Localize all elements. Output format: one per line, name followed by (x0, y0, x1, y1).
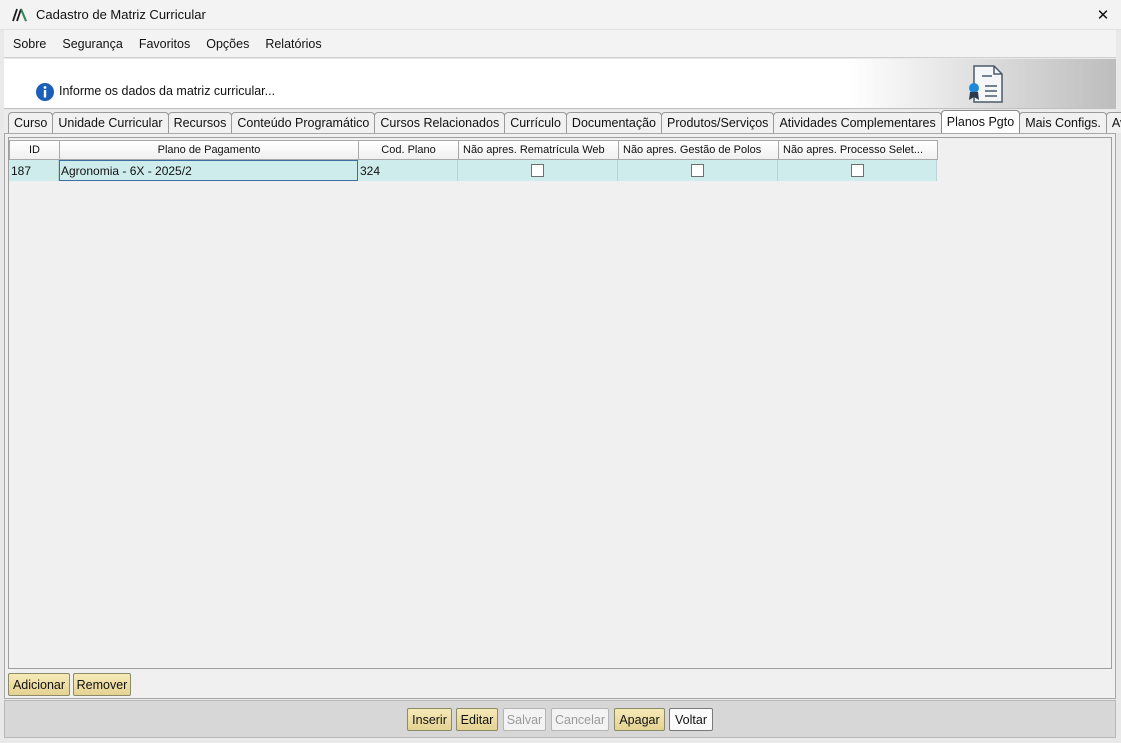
insert-button[interactable]: Inserir (407, 708, 452, 731)
col-header-processo-seletivo[interactable]: Não apres. Processo Selet... (778, 140, 938, 160)
info-message: Informe os dados da matriz curricular... (59, 84, 276, 98)
cell-cod-plano[interactable]: 324 (358, 160, 458, 181)
tab-content-planos-pgto: ID Plano de Pagamento Cod. Plano Não apr… (4, 133, 1116, 699)
tab-recursos[interactable]: Recursos (167, 112, 233, 133)
tab-avalia[interactable]: AvaliA (1105, 112, 1121, 133)
add-button[interactable]: Adicionar (8, 673, 70, 696)
window-title: Cadastro de Matriz Curricular (36, 7, 206, 22)
menu-seguranca[interactable]: Segurança (62, 37, 122, 51)
menu-relatorios[interactable]: Relatórios (265, 37, 321, 51)
col-header-id[interactable]: ID (9, 140, 60, 160)
tab-unidade-curricular[interactable]: Unidade Curricular (52, 112, 169, 133)
tab-curso[interactable]: Curso (8, 112, 54, 133)
col-header-plano-pagamento[interactable]: Plano de Pagamento (59, 140, 359, 160)
edit-button[interactable]: Editar (456, 708, 498, 731)
rematricula-web-checkbox[interactable] (531, 164, 544, 177)
close-window-button[interactable]: ✕ (1085, 0, 1121, 30)
table-row[interactable]: 187 Agronomia - 6X - 2025/2 324 (9, 160, 937, 181)
menu-bar: Sobre Segurança Favoritos Opções Relatór… (4, 30, 1116, 58)
menu-sobre[interactable]: Sobre (13, 37, 46, 51)
menu-favoritos[interactable]: Favoritos (139, 37, 190, 51)
payment-plans-grid[interactable]: ID Plano de Pagamento Cod. Plano Não apr… (8, 137, 1112, 669)
tab-documentacao[interactable]: Documentação (565, 112, 662, 133)
tab-strip: Curso Unidade Curricular Recursos Conteú… (4, 110, 1121, 133)
tab-atividades-complementares[interactable]: Atividades Complementares (773, 112, 942, 133)
menu-opcoes[interactable]: Opções (206, 37, 249, 51)
info-icon (35, 82, 55, 102)
tab-planos-pgto[interactable]: Planos Pgto (940, 110, 1021, 133)
cell-plano-pagamento[interactable]: Agronomia - 6X - 2025/2 (59, 160, 358, 181)
tab-mais-configs[interactable]: Mais Configs. (1019, 112, 1107, 133)
title-bar: Cadastro de Matriz Curricular ✕ (0, 0, 1121, 30)
cancel-button[interactable]: Cancelar (551, 708, 609, 731)
cell-processo-seletivo (778, 160, 937, 181)
tab-conteudo-programatico[interactable]: Conteúdo Programático (231, 112, 376, 133)
tab-produtos-servicos[interactable]: Produtos/Serviços (661, 112, 775, 133)
close-icon: ✕ (1096, 7, 1110, 24)
col-header-rematricula-web[interactable]: Não apres. Rematrícula Web (458, 140, 619, 160)
col-header-gestao-polos[interactable]: Não apres. Gestão de Polos (618, 140, 779, 160)
grid-header: ID Plano de Pagamento Cod. Plano Não apr… (9, 140, 938, 160)
tab-curriculo[interactable]: Currículo (504, 112, 567, 133)
back-button[interactable]: Voltar (669, 708, 713, 731)
info-panel: Informe os dados da matriz curricular... (4, 59, 1116, 109)
tab-cursos-relacionados[interactable]: Cursos Relacionados (374, 112, 506, 133)
cell-gestao-polos (618, 160, 778, 181)
footer-action-bar: Inserir Editar Salvar Cancelar Apagar Vo… (4, 700, 1116, 738)
remove-button[interactable]: Remover (73, 673, 131, 696)
delete-button[interactable]: Apagar (614, 708, 665, 731)
app-logo-icon (12, 7, 28, 23)
certificate-icon (966, 64, 1006, 106)
processo-seletivo-checkbox[interactable] (850, 164, 864, 177)
cell-rematricula-web (458, 160, 618, 181)
col-header-cod-plano[interactable]: Cod. Plano (358, 140, 459, 160)
gestao-polos-checkbox[interactable] (691, 164, 704, 177)
cell-id[interactable]: 187 (9, 160, 59, 181)
save-button[interactable]: Salvar (503, 708, 546, 731)
